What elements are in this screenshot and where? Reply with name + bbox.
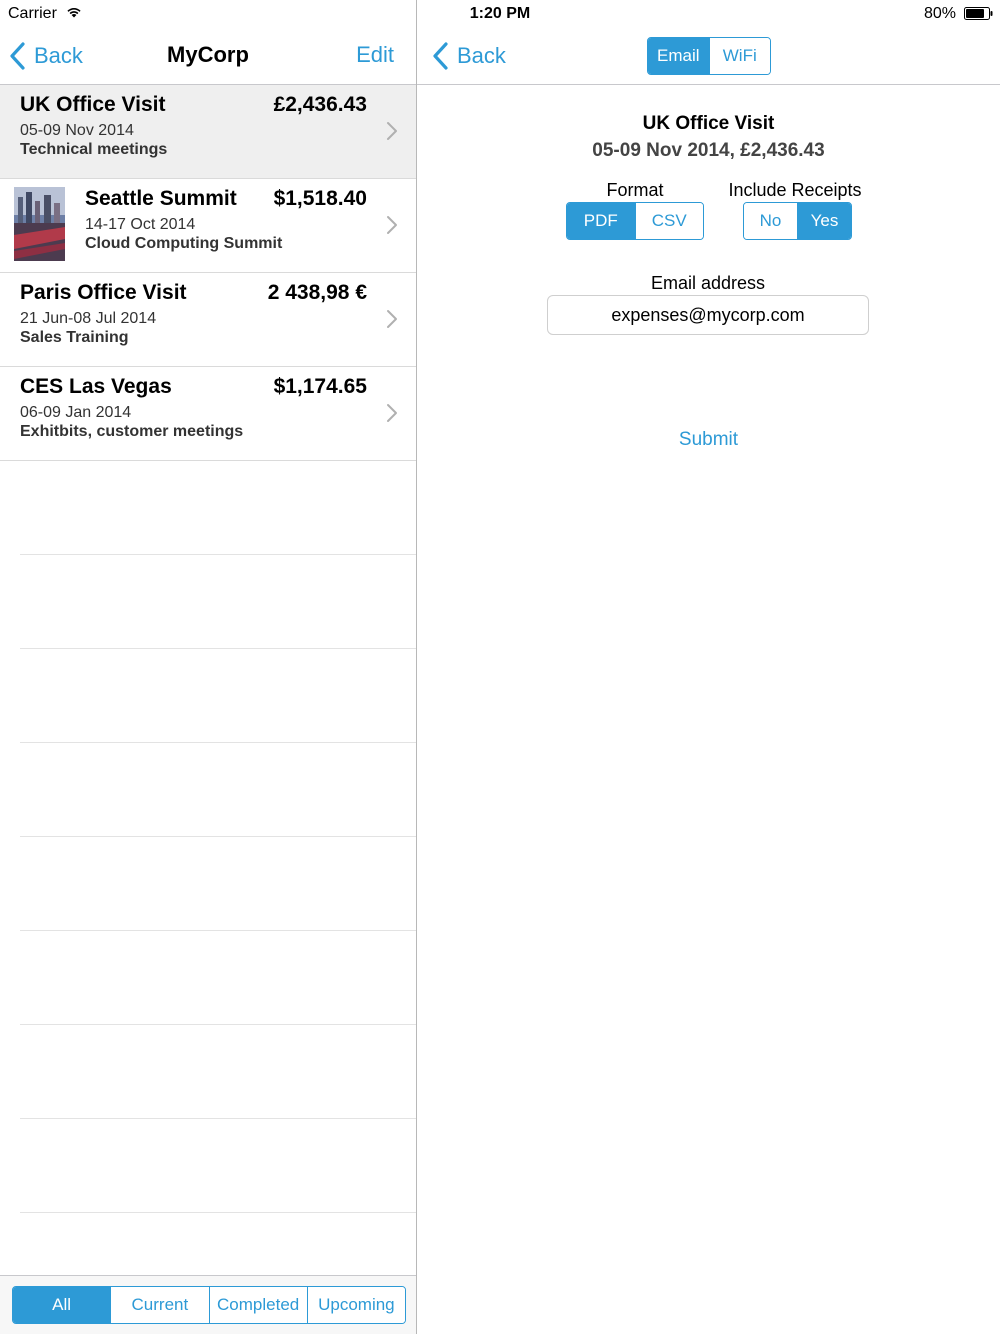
export-mode-segmented-control: Email WiFi bbox=[647, 37, 771, 75]
empty-row bbox=[20, 931, 416, 1025]
trip-dates: 06-09 Jan 2014 bbox=[20, 404, 132, 421]
receipts-no[interactable]: No bbox=[744, 203, 797, 239]
trip-list: UK Office Visit £2,436.43 05-09 Nov 2014… bbox=[0, 85, 416, 1307]
detail-pane: Back Email WiFi UK Office Visit 05-09 No… bbox=[417, 0, 1000, 1334]
trip-name: UK Office Visit bbox=[20, 93, 166, 116]
email-address-label: Email address bbox=[650, 273, 766, 293]
empty-row bbox=[20, 1119, 416, 1213]
trip-row-ces-las-vegas[interactable]: CES Las Vegas $1,174.65 06-09 Jan 2014 E… bbox=[0, 367, 416, 461]
trip-amount: $1,174.65 bbox=[273, 375, 367, 398]
filter-all[interactable]: All bbox=[13, 1287, 111, 1323]
format-segmented-control: PDF CSV bbox=[566, 202, 704, 240]
receipts-yes[interactable]: Yes bbox=[797, 203, 851, 239]
filter-current[interactable]: Current bbox=[110, 1287, 209, 1323]
master-pane: Back MyCorp Edit UK Office Visit £2,436.… bbox=[0, 0, 417, 1334]
detail-subtitle: 05-09 Nov 2014, £2,436.43 bbox=[592, 140, 825, 161]
back-label: Back bbox=[457, 43, 506, 68]
trip-description: Sales Training bbox=[20, 329, 129, 346]
format-label: Format bbox=[606, 180, 664, 200]
email-address-field[interactable] bbox=[547, 295, 869, 335]
trip-name: Seattle Summit bbox=[85, 187, 237, 210]
trip-thumbnail bbox=[14, 187, 65, 261]
mode-email[interactable]: Email bbox=[648, 38, 709, 74]
empty-row bbox=[20, 461, 416, 555]
trip-dates: 21 Jun-08 Jul 2014 bbox=[20, 310, 157, 327]
filter-toolbar: All Current Completed Upcoming bbox=[0, 1275, 416, 1334]
trip-description: Exhitbits, customer meetings bbox=[20, 423, 244, 440]
chevron-right-icon bbox=[387, 404, 397, 422]
empty-row bbox=[20, 649, 416, 743]
trip-row-seattle-summit[interactable]: Seattle Summit $1,518.40 14-17 Oct 2014 … bbox=[0, 179, 416, 273]
edit-button[interactable]: Edit bbox=[356, 42, 394, 68]
filter-completed[interactable]: Completed bbox=[208, 1287, 307, 1323]
master-title: MyCorp bbox=[167, 42, 249, 67]
include-receipts-segmented-control: No Yes bbox=[743, 202, 852, 240]
chevron-right-icon bbox=[387, 310, 397, 328]
trip-row-paris-office-visit[interactable]: Paris Office Visit 2 438,98 € 21 Jun-08 … bbox=[0, 273, 416, 367]
format-csv[interactable]: CSV bbox=[634, 203, 703, 239]
filter-upcoming[interactable]: Upcoming bbox=[306, 1287, 405, 1323]
trip-amount: £2,436.43 bbox=[273, 93, 367, 116]
mode-wifi[interactable]: WiFi bbox=[708, 38, 770, 74]
include-receipts-label: Include Receipts bbox=[728, 180, 862, 200]
trip-amount: 2 438,98 € bbox=[267, 281, 367, 304]
trip-filter-segmented-control: All Current Completed Upcoming bbox=[12, 1286, 406, 1324]
detail-back-button[interactable]: Back bbox=[431, 38, 506, 74]
trip-dates: 05-09 Nov 2014 bbox=[20, 122, 134, 139]
master-navbar: Back MyCorp Edit bbox=[0, 28, 416, 85]
trip-dates: 14-17 Oct 2014 bbox=[85, 216, 196, 233]
trip-description: Technical meetings bbox=[20, 141, 168, 158]
trip-name: Paris Office Visit bbox=[20, 281, 187, 304]
chevron-right-icon bbox=[387, 122, 397, 140]
empty-row bbox=[20, 1025, 416, 1119]
chevron-left-icon bbox=[433, 42, 448, 70]
detail-navbar: Back Email WiFi bbox=[417, 28, 1000, 85]
format-pdf[interactable]: PDF bbox=[567, 203, 635, 239]
detail-title: UK Office Visit bbox=[642, 113, 775, 134]
trip-row-uk-office-visit[interactable]: UK Office Visit £2,436.43 05-09 Nov 2014… bbox=[0, 85, 416, 179]
empty-row bbox=[20, 743, 416, 837]
submit-button[interactable]: Submit bbox=[417, 429, 1000, 451]
trip-description: Cloud Computing Summit bbox=[85, 235, 283, 252]
empty-row bbox=[20, 837, 416, 931]
trip-name: CES Las Vegas bbox=[20, 375, 172, 398]
chevron-right-icon bbox=[387, 216, 397, 234]
empty-row bbox=[20, 555, 416, 649]
trip-amount: $1,518.40 bbox=[273, 187, 367, 210]
